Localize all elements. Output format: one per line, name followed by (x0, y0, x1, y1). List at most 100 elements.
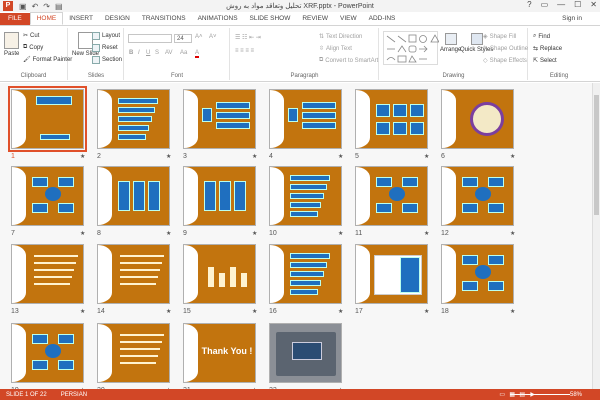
slide-white-curve (442, 90, 456, 148)
help-icon[interactable]: ? (527, 0, 531, 9)
slide-thumbnail[interactable] (355, 89, 428, 149)
section-button[interactable]: Section (92, 56, 122, 64)
slide-thumbnail[interactable] (183, 244, 256, 304)
change-case-button[interactable]: Aa (180, 50, 187, 56)
ribbon-display-icon[interactable]: ▭ (541, 0, 549, 9)
slide-thumbnail[interactable] (269, 244, 342, 304)
slide-thumbnail[interactable] (97, 244, 170, 304)
slide-thumbnail[interactable] (11, 323, 84, 383)
replace-button[interactable]: ⇆ Replace (533, 45, 562, 53)
clipboard-label: Clipboard (20, 73, 47, 79)
copy-button[interactable]: ⧉ Copy (23, 44, 43, 51)
slide-shape (216, 112, 250, 119)
slide-shape (302, 122, 336, 129)
slide-thumbnail[interactable] (269, 323, 342, 383)
shrink-font-icon[interactable]: A˅ (209, 34, 217, 40)
minimize-icon[interactable]: — (557, 0, 565, 9)
slide-shape (58, 203, 74, 213)
transition-star-icon: ★ (510, 154, 516, 160)
tab-file[interactable]: FILE (0, 13, 30, 25)
save-icon[interactable]: ▣ (19, 2, 27, 11)
slide-number: 5 (355, 153, 359, 160)
font-size-dropdown[interactable]: 24 (174, 34, 192, 43)
tab-add-ins[interactable]: ADD-INS (363, 13, 402, 25)
slide-thumbnail[interactable] (97, 89, 170, 149)
sign-in-link[interactable]: Sign in (562, 15, 582, 22)
tab-review[interactable]: REVIEW (296, 13, 334, 25)
tab-animations[interactable]: ANIMATIONS (192, 13, 244, 25)
slide-thumbnail[interactable] (269, 166, 342, 226)
tab-insert[interactable]: INSERT (63, 13, 99, 25)
language-indicator[interactable]: PERSIAN (61, 392, 87, 398)
reset-button[interactable]: Reset (92, 44, 118, 52)
slide-thumbnail[interactable]: Thank You ! (183, 323, 256, 383)
slide-text-line (120, 334, 164, 336)
slide-text-line (120, 276, 158, 278)
slide-white-curve (270, 167, 284, 225)
tab-home[interactable]: HOME (29, 12, 64, 25)
slide-white-curve (12, 324, 26, 382)
shape-fill-button[interactable]: ◈ Shape Fill (483, 33, 516, 41)
format-painter-button[interactable]: 🖌 Format Painter (23, 56, 72, 64)
slide-thumbnail[interactable] (441, 244, 514, 304)
shapes-gallery[interactable] (383, 31, 440, 65)
normal-view-icon[interactable]: ▭ (499, 391, 505, 398)
slide-thumbnail[interactable] (11, 166, 84, 226)
slide-thumbnail[interactable] (97, 323, 170, 383)
slide-thumbnail[interactable] (355, 244, 428, 304)
slide-thumbnail[interactable] (8, 86, 87, 152)
slide-shape (32, 334, 48, 344)
layout-button[interactable]: Layout (92, 32, 120, 40)
slide-thumbnail[interactable] (11, 244, 84, 304)
slide-shape (462, 203, 478, 213)
slide-oval (45, 344, 61, 358)
slide-shape (376, 104, 390, 117)
align-icon[interactable]: ≡ ≡ ≡ ≡ (235, 48, 254, 54)
find-button[interactable]: ⌕ Find (533, 33, 550, 40)
cut-button[interactable]: ✂ Cut (23, 32, 39, 40)
shape-effects-button[interactable]: ◇ Shape Effects (483, 57, 527, 65)
tab-slide-show[interactable]: SLIDE SHOW (244, 13, 297, 25)
paste-button[interactable]: Paste (4, 32, 19, 57)
slide-thumbnail[interactable] (441, 89, 514, 149)
shape-outline-button[interactable]: ✎ Shape Outline (483, 45, 528, 53)
arrange-button[interactable]: Arrange (440, 33, 461, 53)
slide-thumbnail[interactable] (355, 166, 428, 226)
start-icon[interactable]: ▤ (55, 2, 63, 11)
slide-oval (45, 187, 61, 201)
vertical-scrollbar[interactable] (592, 83, 600, 389)
underline-button[interactable]: U (146, 50, 150, 56)
slide-thumbnail[interactable] (183, 166, 256, 226)
slide-thumbnail[interactable] (269, 89, 342, 149)
font-color-button[interactable]: A (195, 50, 200, 58)
character-spacing-button[interactable]: AV (165, 50, 173, 56)
tab-view[interactable]: VIEW (334, 13, 363, 25)
font-name-dropdown[interactable] (128, 34, 172, 43)
slide-circle (470, 102, 504, 136)
grow-font-icon[interactable]: A˄ (195, 34, 203, 40)
maximize-icon[interactable]: ☐ (574, 0, 581, 9)
zoom-level[interactable]: 58% (570, 392, 582, 398)
tab-transitions[interactable]: TRANSITIONS (136, 13, 192, 25)
slide-thumbnail[interactable] (441, 166, 514, 226)
undo-icon[interactable]: ↶ (32, 2, 39, 11)
tab-design[interactable]: DESIGN (99, 13, 136, 25)
slide-thumbnail[interactable] (183, 89, 256, 149)
bold-button[interactable]: B (129, 50, 133, 56)
align-text-button[interactable]: ⇳ Align Text (319, 45, 352, 53)
strikethrough-button[interactable]: S (155, 50, 159, 56)
cursor-icon: ⇱ (533, 58, 539, 64)
close-icon[interactable]: ✕ (590, 0, 597, 9)
slide-thumbnail[interactable] (97, 166, 170, 226)
slide-laptop (292, 342, 322, 360)
text-direction-button[interactable]: ⇅ Text Direction (319, 33, 362, 41)
select-button[interactable]: ⇱ Select (533, 57, 557, 65)
slides-label: Slides (87, 73, 105, 79)
bullets-icon[interactable]: ☰ ☷ ⇤ ⇥ (235, 34, 261, 41)
zoom-slider[interactable] (510, 394, 570, 395)
transition-star-icon: ★ (252, 154, 258, 160)
italic-button[interactable]: I (138, 50, 140, 56)
scrollbar-thumb[interactable] (594, 95, 599, 215)
redo-icon[interactable]: ↷ (43, 2, 50, 11)
convert-smartart-button[interactable]: ⧉ Convert to SmartArt (319, 57, 378, 64)
